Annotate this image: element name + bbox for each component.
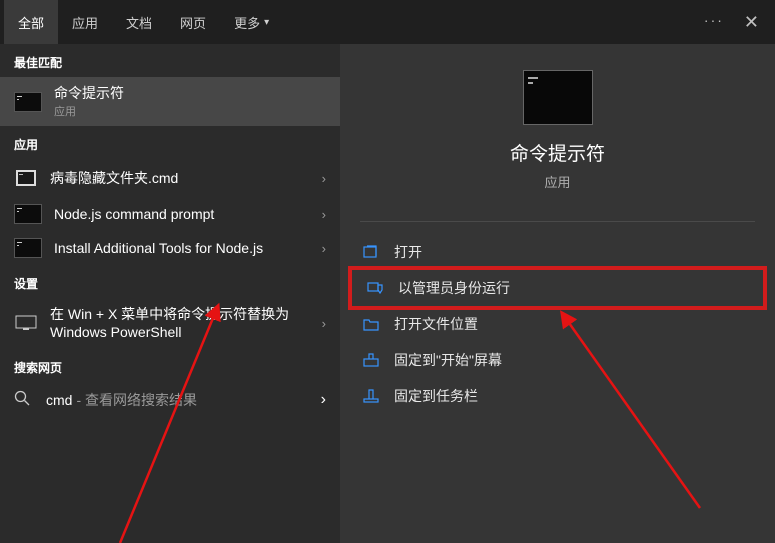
section-search-web: 搜索网页 xyxy=(0,349,340,382)
app-result-title: Node.js command prompt xyxy=(54,205,310,223)
terminal-icon xyxy=(14,204,42,224)
action-open[interactable]: 打开 xyxy=(348,234,767,270)
preview-panel: 命令提示符 应用 打开 以管理员身份运行 打开文件位置 xyxy=(340,44,775,543)
action-pin-to-start[interactable]: 固定到"开始"屏幕 xyxy=(348,342,767,378)
app-result-title: Install Additional Tools for Node.js xyxy=(54,239,310,257)
chevron-right-icon: › xyxy=(322,207,326,222)
preview-terminal-icon xyxy=(523,70,593,125)
settings-result-title: 在 Win + X 菜单中将命令提示符替换为 Windows PowerShel… xyxy=(50,305,310,341)
section-settings: 设置 xyxy=(0,265,340,298)
tab-apps[interactable]: 应用 xyxy=(58,0,112,44)
search-icon xyxy=(14,390,36,411)
close-icon[interactable]: ✕ xyxy=(744,12,759,33)
best-match-sub: 应用 xyxy=(54,103,326,119)
action-pin-to-taskbar[interactable]: 固定到任务栏 xyxy=(348,378,767,414)
tab-all[interactable]: 全部 xyxy=(4,0,58,44)
chevron-right-icon: › xyxy=(321,391,326,409)
action-open-label: 打开 xyxy=(394,242,422,262)
more-options-icon[interactable]: ··· xyxy=(704,12,724,33)
section-best-match: 最佳匹配 xyxy=(0,44,340,77)
app-result-title: 病毒隐藏文件夹.cmd xyxy=(50,169,310,187)
preview-sub: 应用 xyxy=(340,172,775,191)
best-match-title: 命令提示符 xyxy=(54,84,326,102)
terminal-icon xyxy=(14,238,42,258)
section-apps: 应用 xyxy=(0,126,340,159)
search-scope-tabs: 全部 应用 文档 网页 更多 ▾ xyxy=(4,0,283,44)
preview-title: 命令提示符 xyxy=(340,139,775,166)
top-bar: 全部 应用 文档 网页 更多 ▾ ··· ✕ xyxy=(0,0,775,44)
app-result-item[interactable]: Install Additional Tools for Node.js › xyxy=(0,231,340,265)
action-run-as-admin[interactable]: 以管理员身份运行 xyxy=(348,266,767,310)
terminal-icon xyxy=(14,92,42,112)
action-pin-to-taskbar-label: 固定到任务栏 xyxy=(394,386,478,406)
chevron-down-icon: ▾ xyxy=(264,17,269,28)
open-icon xyxy=(362,244,380,260)
chevron-right-icon: › xyxy=(322,316,326,331)
web-search-suffix: - 查看网络搜索结果 xyxy=(76,390,197,410)
separator xyxy=(360,221,755,222)
folder-icon xyxy=(362,316,380,332)
action-pin-to-start-label: 固定到"开始"屏幕 xyxy=(394,350,502,370)
pin-taskbar-icon xyxy=(362,388,380,404)
display-icon xyxy=(14,311,38,335)
settings-result-item[interactable]: 在 Win + X 菜单中将命令提示符替换为 Windows PowerShel… xyxy=(0,298,340,348)
tab-docs[interactable]: 文档 xyxy=(112,0,166,44)
tab-more-label: 更多 xyxy=(234,13,260,32)
tab-more[interactable]: 更多 ▾ xyxy=(220,0,283,44)
app-result-item[interactable]: 病毒隐藏文件夹.cmd › xyxy=(0,159,340,197)
admin-shield-icon xyxy=(366,280,384,296)
cmd-file-icon xyxy=(14,166,38,190)
action-open-file-location-label: 打开文件位置 xyxy=(394,314,478,334)
best-match-item[interactable]: 命令提示符 应用 xyxy=(0,77,340,126)
pin-start-icon xyxy=(362,352,380,368)
web-search-item[interactable]: cmd - 查看网络搜索结果 › xyxy=(0,382,340,419)
results-panel: 最佳匹配 命令提示符 应用 应用 病毒隐藏文件夹.cmd › Node.js c… xyxy=(0,44,340,543)
app-result-item[interactable]: Node.js command prompt › xyxy=(0,197,340,231)
web-search-query: cmd xyxy=(46,392,72,408)
chevron-right-icon: › xyxy=(322,171,326,186)
action-run-as-admin-label: 以管理员身份运行 xyxy=(398,278,510,298)
chevron-right-icon: › xyxy=(322,241,326,256)
tab-web[interactable]: 网页 xyxy=(166,0,220,44)
action-open-file-location[interactable]: 打开文件位置 xyxy=(348,306,767,342)
